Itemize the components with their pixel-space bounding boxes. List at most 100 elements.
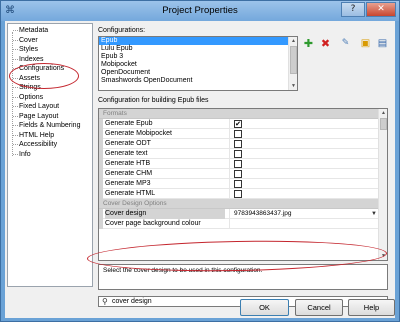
row-gutter [99,189,103,199]
property-value[interactable] [229,179,380,189]
tree-item-options[interactable]: Options [13,93,43,102]
row-gutter [99,139,103,149]
property-grid[interactable]: Formats Generate Epub ✔ Generate Mobipocket… [98,108,388,261]
help-button[interactable]: Help [348,299,395,316]
tree-item-indexes[interactable]: Indexes [13,55,44,64]
project-properties-window: ⌘ Project Properties ? ✕ Metadata Cover St… [0,0,400,322]
title-bar[interactable]: ⌘ Project Properties ? ✕ [1,1,399,21]
dropdown-arrow-icon[interactable]: ▼ [371,209,377,219]
property-name: Generate Mobipocket [105,130,172,137]
tree-item-cover[interactable]: Cover [13,36,38,45]
scroll-up-icon[interactable]: ▲ [289,37,297,45]
row-gutter [99,159,103,169]
scroll-thumb[interactable] [290,46,297,74]
cover-design-category[interactable]: Cover Design Options [99,199,380,209]
format-checkbox[interactable] [234,160,242,168]
property-value[interactable] [229,189,380,199]
property-row[interactable]: Generate CHM [99,169,380,179]
configurations-list[interactable]: Epub Lulu Epub Epub 3 Mobipocket OpenDocumen… [98,36,298,91]
grid-scroll-down-icon[interactable]: ▼ [379,252,387,260]
tree-item-info[interactable]: Info [13,150,31,159]
row-gutter [99,169,103,179]
property-row[interactable]: Generate HTML [99,189,380,199]
search-icon: ⚲ [102,297,108,306]
row-gutter [99,149,103,159]
scroll-down-icon[interactable]: ▼ [289,82,297,90]
tree-item-styles[interactable]: Styles [13,45,38,54]
property-name: Generate HTB [105,160,151,167]
property-name: Generate MP3 [105,180,151,187]
tree-item-strings[interactable]: Strings [13,83,41,92]
title-close-button[interactable]: ✕ [366,2,396,17]
property-description: Select the cover design to be used in th… [98,264,388,290]
format-checkbox[interactable] [234,190,242,198]
row-gutter [99,129,103,139]
configurations-scrollbar[interactable]: ▲ ▼ [288,37,297,90]
edit-configuration-icon[interactable]: ✎ [338,36,353,51]
cancel-button[interactable]: Cancel [295,299,343,316]
delete-configuration-button[interactable]: ✖ [318,36,333,51]
property-row[interactable]: Generate Mobipocket [99,129,380,139]
property-name: Generate ODT [105,140,151,147]
property-row[interactable]: Generate text [99,149,380,159]
cover-background-row[interactable]: Cover page background colour [99,219,380,229]
configuration-item[interactable]: Lulu Epub [99,45,297,53]
property-name: Generate HTML [105,190,156,197]
property-value[interactable] [229,149,380,159]
tree-item-configurations[interactable]: Configurations [13,64,64,73]
tree-item-assets[interactable]: Assets [13,74,40,83]
row-gutter [99,219,103,229]
property-name: Cover design [105,209,225,219]
settings-tree: Metadata Cover Styles Indexes Configurations… [7,23,93,287]
format-checkbox[interactable] [234,150,242,158]
format-checkbox[interactable] [234,130,242,138]
configuration-item[interactable]: Mobipocket [99,61,297,69]
property-row[interactable]: Generate MP3 [99,179,380,189]
add-configuration-button[interactable]: ✚ [301,36,316,51]
formats-category[interactable]: Formats [99,109,380,119]
property-row[interactable]: Generate HTB [99,159,380,169]
property-value[interactable] [229,139,380,149]
configuration-item[interactable]: Smashwords OpenDocument [99,77,297,85]
property-value[interactable] [229,159,380,169]
dialog-client: Metadata Cover Styles Indexes Configurations… [5,21,395,318]
configuration-item[interactable]: Epub 3 [99,53,297,61]
tree-item-accessibility[interactable]: Accessibility [13,140,57,149]
tree-item-fixed-layout[interactable]: Fixed Layout [13,102,59,111]
window-title: Project Properties [162,5,238,16]
tree-item-page-layout[interactable]: Page Layout [13,112,58,121]
property-grid-scrollbar[interactable]: ▲ ▼ [378,109,387,260]
property-value-text: 9783943863437.jpg [234,210,292,217]
property-value[interactable] [229,169,380,179]
property-value[interactable]: ✔ [229,119,380,129]
property-value[interactable] [229,129,380,139]
tree-item-fields-numbering[interactable]: Fields & Numbering [13,121,80,130]
format-checkbox[interactable] [234,140,242,148]
property-row[interactable]: Generate ODT [99,139,380,149]
search-input[interactable]: cover design [112,297,152,307]
ok-button[interactable]: OK [240,299,289,316]
configurations-label: Configurations: [98,27,146,34]
configuration-item[interactable]: Epub [99,37,297,45]
format-checkbox[interactable] [234,180,242,188]
format-checkbox[interactable]: ✔ [234,120,242,128]
cover-design-row[interactable]: Cover design 9783943863437.jpg ▼ [99,209,380,219]
format-checkbox[interactable] [234,170,242,178]
property-value[interactable]: 9783943863437.jpg ▼ [229,209,380,219]
save-configuration-icon[interactable]: ▤ [375,36,390,51]
tree-item-html-help[interactable]: HTML Help [13,131,54,140]
property-row[interactable]: Generate Epub ✔ [99,119,380,129]
property-name: Generate CHM [105,170,153,177]
grid-scroll-thumb-top[interactable] [380,118,387,130]
property-value[interactable] [229,219,380,229]
open-folder-icon[interactable]: ▣ [358,36,373,51]
property-name: Cover page background colour [105,220,201,227]
property-name: Generate text [105,150,148,157]
grid-scroll-up-icon[interactable]: ▲ [379,109,387,117]
row-gutter [99,119,103,129]
title-help-button[interactable]: ? [341,2,365,17]
configuration-item[interactable]: OpenDocument [99,69,297,77]
tree-item-metadata[interactable]: Metadata [13,26,48,35]
row-gutter [99,179,103,189]
property-name: Generate Epub [105,120,153,127]
